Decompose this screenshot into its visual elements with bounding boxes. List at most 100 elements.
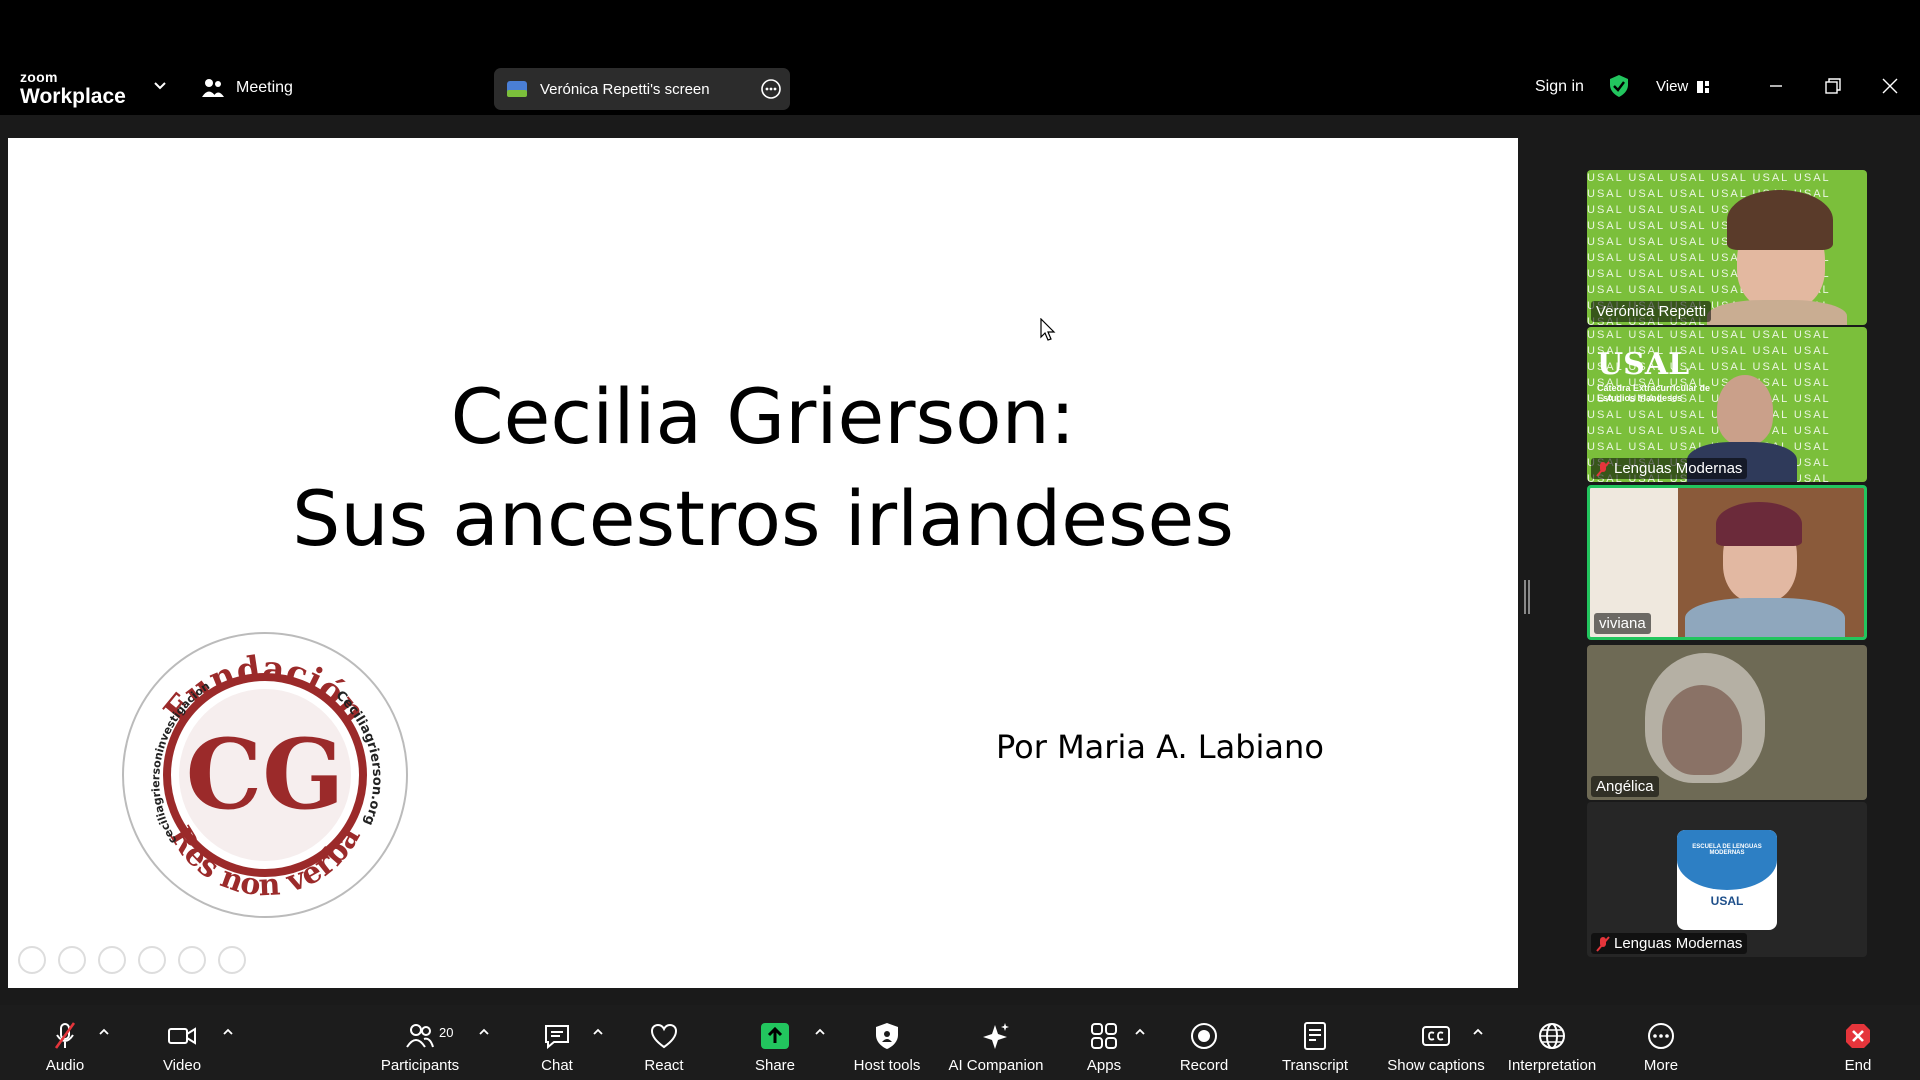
more-dots-icon (1648, 1023, 1674, 1049)
end-label: End (1844, 1057, 1872, 1074)
participant-face (1662, 685, 1742, 775)
transcript-label: Transcript (1281, 1057, 1349, 1074)
video-tile[interactable]: Angélica (1587, 645, 1867, 800)
panel-resize-handle[interactable] (1524, 580, 1530, 614)
apps-options-caret-icon[interactable] (1134, 1027, 1146, 1037)
end-call-icon (1846, 1024, 1870, 1048)
record-button[interactable]: Record (1177, 1005, 1231, 1080)
participants-button[interactable]: Participants (376, 1005, 464, 1080)
shared-slide: Cecilia Grierson: Sus ancestros irlandes… (8, 138, 1518, 988)
more-button[interactable]: More (1636, 1005, 1686, 1080)
host-tools-button[interactable]: Host tools (850, 1005, 924, 1080)
sign-in-link[interactable]: Sign in (1535, 78, 1584, 96)
share-screen-icon (761, 1023, 789, 1049)
zoom-logo[interactable]: zoom Workplace (20, 70, 126, 107)
ai-companion-button[interactable]: AI Companion (946, 1005, 1046, 1080)
avatar-blue-shape (1677, 830, 1777, 890)
participants-options-caret-icon[interactable] (478, 1027, 490, 1037)
view-button[interactable]: View (1656, 78, 1710, 95)
title-bar: zoom Workplace Meeting Verónica Repetti'… (0, 0, 1920, 115)
slide-more-button[interactable] (218, 946, 246, 974)
prev-slide-button[interactable] (18, 946, 46, 974)
show-captions-label: Show captions (1387, 1057, 1485, 1074)
share-options-caret-icon[interactable] (814, 1027, 826, 1037)
record-label: Record (1179, 1057, 1229, 1074)
captions-options-caret-icon[interactable] (1472, 1027, 1484, 1037)
slide-title-line2: Sus ancestros irlandeses (292, 474, 1234, 563)
video-button[interactable]: Video (152, 1005, 212, 1080)
video-tile[interactable]: USAL USAL USAL USAL USAL USAL USAL USAL … (1587, 170, 1867, 325)
end-meeting-button[interactable]: End (1842, 1005, 1874, 1080)
meeting-controls-toolbar: Audio Video Participants 20 Chat React S… (0, 1005, 1920, 1080)
ai-sparkle-icon (983, 1023, 1009, 1049)
audio-label: Audio (45, 1057, 85, 1074)
chat-options-caret-icon[interactable] (592, 1027, 604, 1037)
pen-button[interactable] (98, 946, 126, 974)
meeting-button[interactable]: Meeting (202, 78, 293, 98)
share-label: Share (754, 1057, 796, 1074)
participant-video (1717, 375, 1773, 445)
apps-icon (1091, 1023, 1117, 1049)
slide-nav-controls (18, 946, 246, 974)
more-label: More (1643, 1057, 1679, 1074)
people-icon (202, 79, 224, 97)
usal-logo-text: USAL (1597, 347, 1690, 382)
video-tile[interactable]: ESCUELA DE LENGUAS MODERNAS USAL Lenguas… (1587, 802, 1867, 957)
slide-author: Por Maria A. Labiano (996, 728, 1324, 766)
logo-monogram: CG (186, 718, 344, 831)
chat-label: Chat (541, 1057, 573, 1074)
more-options-icon[interactable] (760, 78, 782, 100)
ai-companion-label: AI Companion (948, 1057, 1044, 1074)
closed-captions-icon (1422, 1026, 1450, 1046)
video-tile[interactable]: USAL USAL USAL USAL USAL USAL USAL USAL … (1587, 327, 1867, 482)
participant-name: Angélica (1596, 778, 1654, 795)
minimize-icon[interactable] (1766, 76, 1786, 96)
host-shield-icon (876, 1023, 898, 1049)
apps-button[interactable]: Apps (1080, 1005, 1128, 1080)
participant-name: Verónica Repetti (1596, 303, 1707, 320)
participants-icon (406, 1024, 434, 1048)
chevron-down-icon[interactable] (153, 81, 167, 91)
close-icon[interactable] (1880, 76, 1900, 96)
share-button[interactable]: Share (749, 1005, 801, 1080)
view-grid-icon (1697, 80, 1710, 93)
video-tile-active-speaker[interactable]: viviana (1587, 485, 1867, 640)
show-captions-button[interactable]: Show captions (1386, 1005, 1486, 1080)
screen-share-indicator[interactable]: Verónica Repetti's screen (494, 68, 790, 110)
audio-button[interactable]: Audio (34, 1005, 96, 1080)
chat-button[interactable]: Chat (532, 1005, 582, 1080)
apps-label: Apps (1086, 1057, 1122, 1074)
zoom-slide-button[interactable] (178, 946, 206, 974)
interpretation-button[interactable]: Interpretation (1504, 1005, 1600, 1080)
next-slide-button[interactable] (58, 946, 86, 974)
participant-name-tag: Lenguas Modernas (1591, 458, 1748, 479)
participant-name: Lenguas Modernas (1614, 935, 1743, 952)
record-icon (1191, 1023, 1217, 1049)
participant-name-tag: viviana (1594, 613, 1651, 634)
avatar-school-text: ESCUELA DE LENGUAS MODERNAS (1692, 844, 1762, 856)
screen-share-label: Verónica Repetti's screen (540, 80, 710, 98)
transcript-icon (1304, 1022, 1326, 1050)
video-label: Video (162, 1057, 202, 1074)
audio-options-caret-icon[interactable] (98, 1027, 110, 1037)
mouse-cursor-icon (1040, 318, 1056, 341)
interpretation-label: Interpretation (1507, 1057, 1597, 1074)
participant-name-tag: Angélica (1591, 776, 1659, 797)
transcript-button[interactable]: Transcript (1279, 1005, 1351, 1080)
participant-shoulders (1685, 598, 1845, 637)
participants-label: Participants (380, 1057, 460, 1074)
slides-button[interactable] (138, 946, 166, 974)
participant-name: Lenguas Modernas (1614, 460, 1743, 477)
participant-name-tag: Lenguas Modernas (1591, 933, 1748, 954)
restore-icon[interactable] (1823, 76, 1843, 96)
fundacion-cg-logo: Fundación Res non verba ceciliagriersoni… (122, 632, 408, 918)
encryption-shield-icon[interactable] (1608, 74, 1630, 98)
participant-name-tag: Verónica Repetti (1591, 301, 1712, 322)
participant-avatar: ESCUELA DE LENGUAS MODERNAS USAL (1677, 830, 1777, 930)
react-button[interactable]: React (639, 1005, 689, 1080)
microphone-muted-icon (54, 1022, 76, 1049)
participant-name: viviana (1599, 615, 1646, 632)
view-label: View (1656, 78, 1689, 95)
video-options-caret-icon[interactable] (222, 1027, 234, 1037)
heart-icon (650, 1023, 678, 1049)
